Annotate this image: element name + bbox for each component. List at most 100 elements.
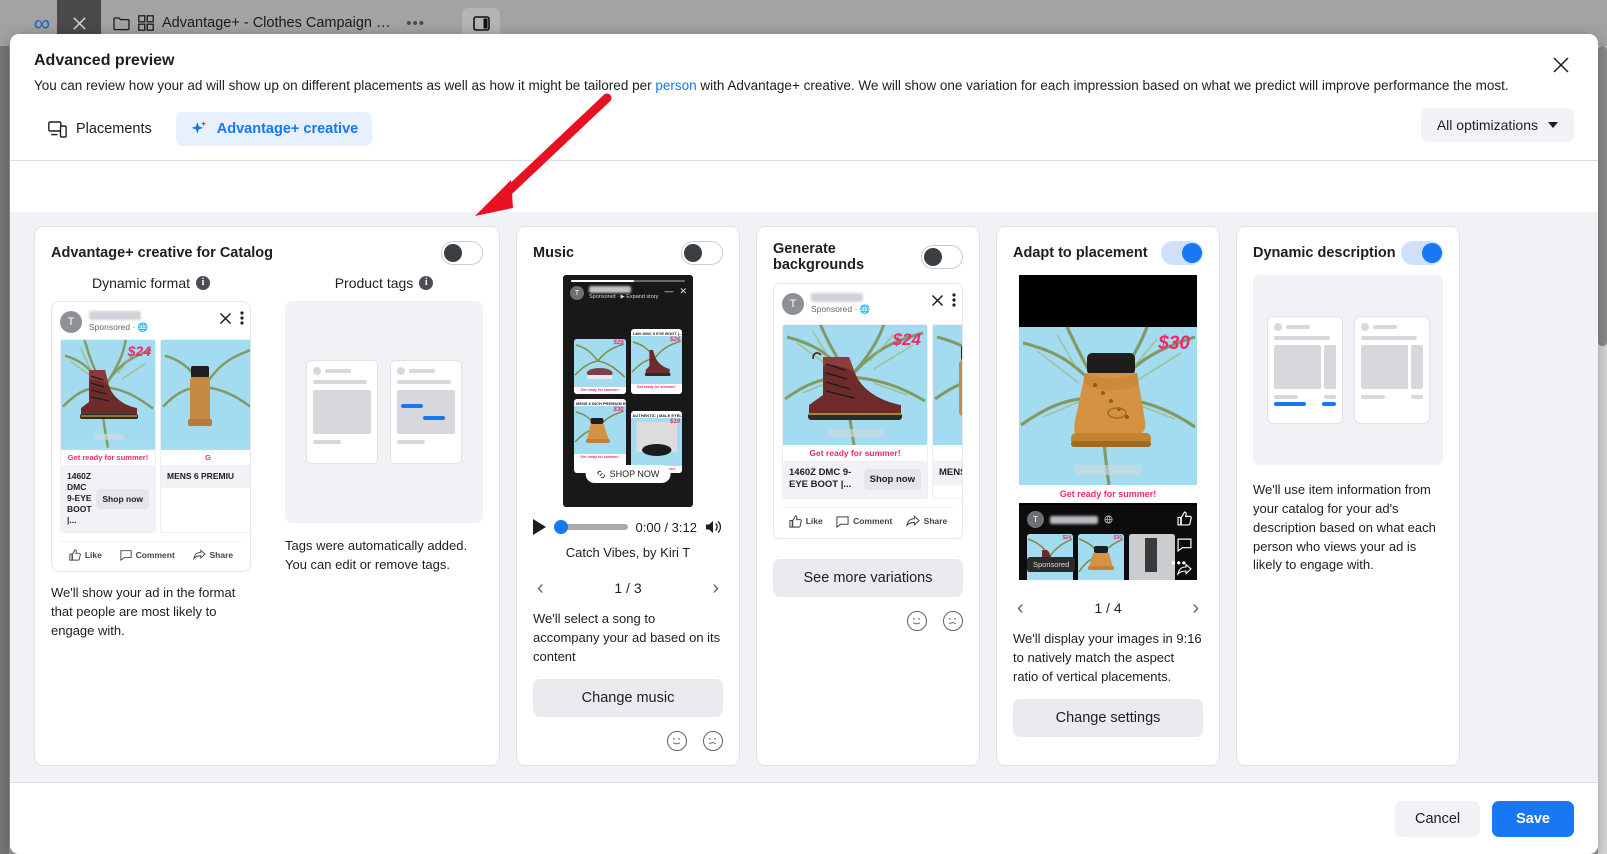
tagline: Get ready for summer! <box>574 454 626 461</box>
toggle-dynamic-description[interactable] <box>1401 241 1443 265</box>
reel-thumbnail[interactable]: $30 Get ready for summer! <box>1078 534 1124 580</box>
placeholder-line <box>313 380 367 384</box>
info-icon[interactable]: i <box>419 276 433 290</box>
globe-icon <box>1104 515 1113 524</box>
change-settings-button[interactable]: Change settings <box>1013 699 1203 737</box>
browser-tab-title: Advantage+ - Clothes Campaign Ca... <box>162 15 398 31</box>
tab-overflow-icon[interactable]: ••• <box>406 15 425 32</box>
toggle-music[interactable] <box>681 241 723 265</box>
dialog-footer: Cancel Save <box>10 782 1598 854</box>
thumbs-up-face-icon[interactable] <box>667 731 687 751</box>
more-options-icon[interactable] <box>952 293 956 307</box>
product-tag-marker <box>423 416 445 420</box>
placeholder-line <box>397 380 451 384</box>
more-options-icon[interactable] <box>240 311 244 325</box>
placeholder-image <box>397 390 455 434</box>
thumbs-down-face-icon[interactable] <box>703 731 723 751</box>
shop-now-button[interactable]: Shop now <box>864 469 921 490</box>
ad-social-actions: Like Comment <box>60 541 242 571</box>
share-button[interactable]: Share <box>193 549 234 561</box>
page-scrollbar-thumb[interactable] <box>1598 46 1607 346</box>
placeholder-avatar <box>1361 323 1369 331</box>
thumbs-down-face-icon[interactable] <box>943 611 963 631</box>
thumbs-up-face-icon[interactable] <box>907 611 927 631</box>
placeholder-line <box>1286 325 1310 329</box>
cancel-button[interactable]: Cancel <box>1395 801 1480 837</box>
comment-button[interactable]: Comment <box>120 549 175 561</box>
change-music-button[interactable]: Change music <box>533 679 723 717</box>
story-controls[interactable]: — ✕ <box>664 286 687 297</box>
comment-button[interactable]: Comment <box>836 515 892 528</box>
carousel-item[interactable]: $24 Get ready for summer! 1460Z DMC 9-EY… <box>60 339 156 533</box>
comment-icon[interactable] <box>1177 537 1192 552</box>
see-more-variations-button[interactable]: See more variations <box>773 559 963 597</box>
card-title-adapt: Adapt to placement <box>1013 245 1148 261</box>
thumbs-up-icon[interactable] <box>1177 511 1192 526</box>
comment-label: Comment <box>853 516 892 526</box>
palm-background-image <box>631 336 683 384</box>
product-tags-label: Product tags <box>335 275 414 291</box>
reel-preview: $30 Get ready for summer! T <box>1019 275 1197 580</box>
card-header: Adapt to placement <box>1013 241 1203 265</box>
ad-carousel[interactable]: $24 Get ready for summer! 1460Z DMC 9-EY… <box>774 324 962 499</box>
card-header: Music <box>533 241 723 265</box>
ad-preview-backgrounds: T Sponsored · 🌐 <box>773 283 963 539</box>
info-icon[interactable]: i <box>196 276 210 290</box>
volume-icon[interactable] <box>705 519 723 535</box>
tab-advantage-creative[interactable]: Advantage+ creative <box>176 112 372 146</box>
placeholder-image <box>1411 345 1423 389</box>
next-arrow-icon[interactable]: › <box>1192 598 1199 618</box>
toggle-advantage-creative-catalog[interactable] <box>441 241 483 265</box>
toggle-generate-backgrounds[interactable] <box>921 245 963 269</box>
optimizations-dropdown[interactable]: All optimizations <box>1421 108 1574 142</box>
card-dynamic-description: Dynamic description <box>1236 226 1460 766</box>
product-photo <box>1129 534 1175 580</box>
prev-arrow-icon[interactable]: ‹ <box>1017 598 1024 618</box>
folder-icon <box>113 16 130 31</box>
next-arrow-icon[interactable]: › <box>712 578 719 598</box>
product-photo: $30 <box>574 406 626 454</box>
close-icon[interactable] <box>219 312 232 325</box>
adapt-note: We'll display your images in 9:16 to nat… <box>1013 630 1203 687</box>
minimize-icon[interactable]: — <box>664 286 673 297</box>
close-dialog-button[interactable] <box>1546 50 1576 80</box>
toggle-adapt-to-placement[interactable] <box>1161 241 1203 265</box>
person-link[interactable]: person <box>655 78 696 93</box>
shop-now-button[interactable]: Shop now <box>96 489 149 509</box>
like-label: Like <box>806 516 823 526</box>
ad-carousel[interactable]: $24 Get ready for summer! 1460Z DMC 9-EY… <box>52 339 250 533</box>
like-button[interactable]: Like <box>69 549 102 561</box>
card-header: Generate backgrounds <box>773 241 963 273</box>
close-icon[interactable] <box>931 294 944 307</box>
product-photo: $24 <box>61 340 155 450</box>
carousel-item[interactable]: G MENS 6 PREMIU <box>160 339 250 533</box>
share-button[interactable]: Share <box>906 515 948 528</box>
carousel-item[interactable]: G MENS 6 PREMIU <box>932 324 962 499</box>
seek-handle[interactable] <box>554 520 568 534</box>
close-icon[interactable]: ✕ <box>679 286 687 297</box>
like-button[interactable]: Like <box>789 515 823 528</box>
reel-thumbnail[interactable]: Get ready for summer! <box>1129 534 1175 580</box>
more-options-icon[interactable]: ••• <box>1171 556 1187 570</box>
story-product[interactable]: 1460 DMC 9 EYE BOOT |... $24 G <box>631 329 683 394</box>
adapt-pager: ‹ 1 / 4 › <box>1013 598 1203 618</box>
thumbs-up-icon <box>69 549 81 561</box>
placeholder-card-blue <box>1267 316 1343 424</box>
carousel-item[interactable]: $24 Get ready for summer! 1460Z DMC 9-EY… <box>782 324 928 499</box>
prev-arrow-icon[interactable]: ‹ <box>537 578 544 598</box>
story-product[interactable]: AUTHENTIC | MALE EYELETS |... $19 Get re… <box>631 411 683 473</box>
product-photo: $19 <box>631 418 683 466</box>
tab-placements[interactable]: Placements <box>34 113 166 146</box>
story-product[interactable]: $29 Get ready for summer! <box>574 339 626 394</box>
story-product[interactable]: MENS 6 INCH PREMIUM BOOT $30 <box>574 399 626 473</box>
save-button[interactable]: Save <box>1492 801 1574 837</box>
story-shop-now-button[interactable]: SHOP NOW <box>586 465 671 483</box>
advertiser-name-blurred <box>589 286 631 293</box>
play-button[interactable] <box>533 519 546 535</box>
seek-slider[interactable] <box>554 524 628 530</box>
ad-header: T Sponsored · 🌐 <box>52 302 250 339</box>
comment-icon <box>836 515 849 528</box>
story-preview: T Sponsored · ▶ Expand story — ✕ <box>563 275 693 507</box>
cards-scroll-area[interactable]: Advantage+ creative for Catalog Dynamic … <box>10 212 1598 816</box>
music-pager: ‹ 1 / 3 › <box>533 578 723 598</box>
